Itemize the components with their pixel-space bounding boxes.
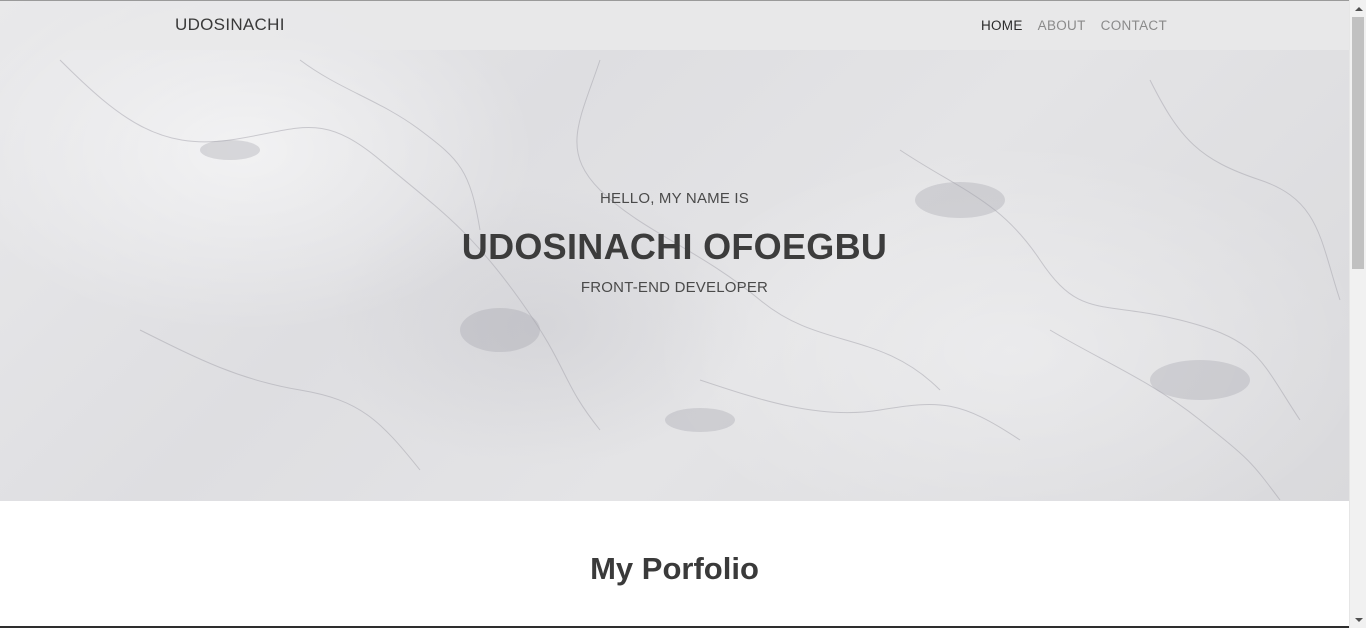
- chevron-down-icon[interactable]: [1350, 611, 1366, 628]
- portfolio-title: My Porfolio: [590, 551, 759, 586]
- page-viewport: HELLO, MY NAME IS UDOSINACHI OFOEGBU FRO…: [0, 0, 1349, 628]
- hero-greeting: HELLO, MY NAME IS: [600, 190, 749, 207]
- navbar: UDOSINACHI HOME ABOUT CONTACT: [0, 0, 1349, 50]
- scrollbar-thumb[interactable]: [1352, 17, 1364, 269]
- nav-home-link[interactable]: HOME: [981, 18, 1023, 33]
- nav-links: HOME ABOUT CONTACT: [966, 18, 1167, 33]
- hero-section: HELLO, MY NAME IS UDOSINACHI OFOEGBU FRO…: [0, 0, 1349, 501]
- brand-link[interactable]: UDOSINACHI: [175, 15, 285, 35]
- chevron-up-icon[interactable]: [1350, 0, 1366, 17]
- vertical-scrollbar[interactable]: [1349, 0, 1366, 628]
- nav-about-link[interactable]: ABOUT: [1038, 18, 1086, 33]
- hero-role: FRONT-END DEVELOPER: [580, 279, 769, 296]
- hero-name: UDOSINACHI OFOEGBU: [461, 226, 888, 267]
- nav-contact-link[interactable]: CONTACT: [1101, 18, 1167, 33]
